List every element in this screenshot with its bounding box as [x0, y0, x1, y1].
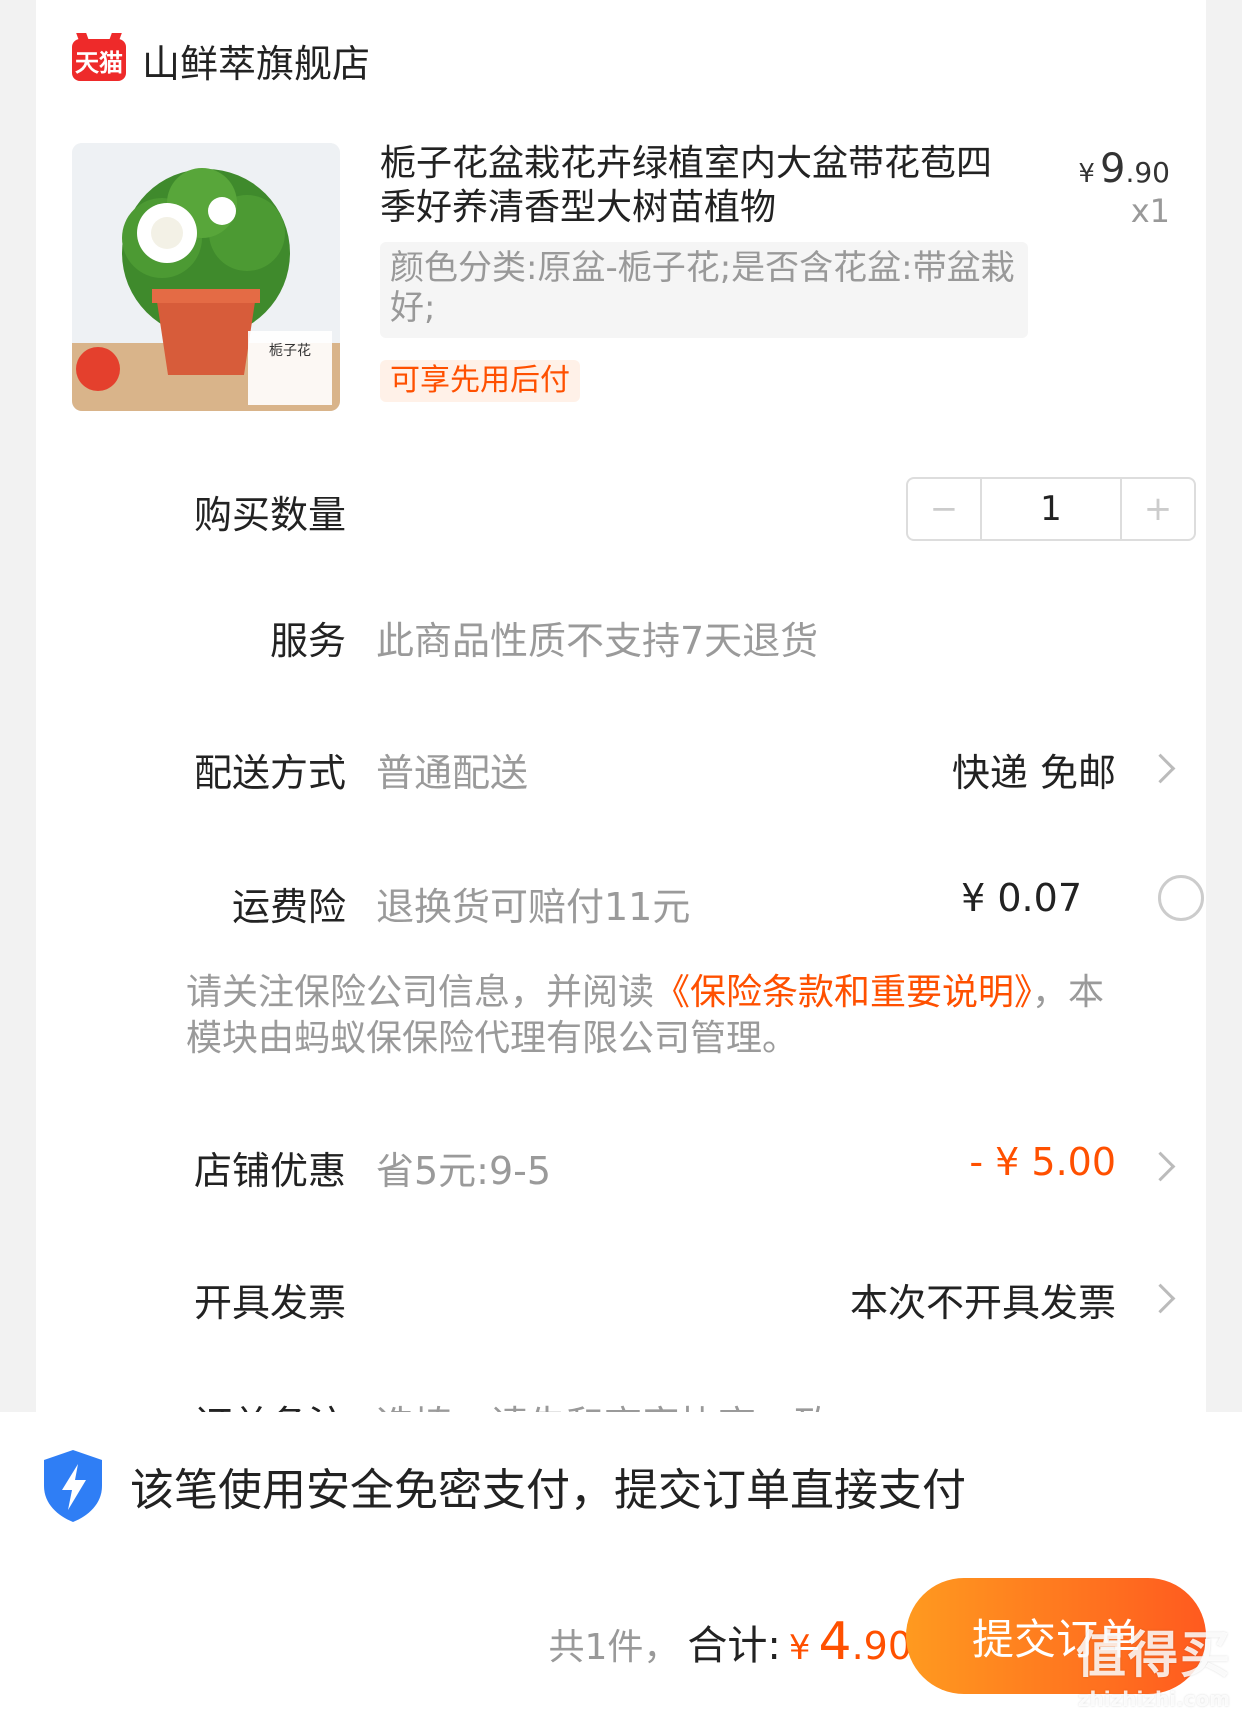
secure-pay-notice: 该笔使用安全免密支付，提交订单直接支付 [40, 1448, 966, 1524]
delivery-label: 配送方式 [193, 751, 346, 795]
invoice-value[interactable]: 本次不开具发票 [850, 1272, 1116, 1327]
total-integer: 4 [818, 1612, 852, 1672]
service-label: 服务 [269, 619, 346, 663]
price-currency: ¥ [1078, 159, 1095, 189]
discount-value: 省5元:9-5 [376, 1149, 552, 1193]
shield-lightning-icon [44, 1450, 102, 1522]
invoice-chevron-right-icon[interactable] [1145, 1283, 1176, 1314]
total-decimal: .90 [851, 1624, 912, 1668]
order-total: 共1件， 合计: ¥ 4.90 [548, 1612, 912, 1672]
price-integer: 9 [1100, 146, 1126, 192]
price-decimal: .90 [1125, 156, 1170, 189]
insurance-label: 运费险 [231, 885, 346, 929]
discount-label: 店铺优惠 [193, 1149, 346, 1193]
total-label: 合计: [687, 1623, 781, 1669]
tmall-logo: 天猫 [72, 39, 126, 81]
product-image[interactable]: 栀子花 [72, 143, 340, 411]
item-count: 共1件， [548, 1627, 680, 1668]
checkout-bar: 该笔使用安全免密支付，提交订单直接支付 共1件， 合计: ¥ 4.90 提交订单… [0, 1412, 1242, 1719]
total-currency: ¥ [788, 1628, 811, 1668]
notice-text-before: 请关注保险公司信息，并阅读 [186, 972, 655, 1013]
insurance-terms-link[interactable]: 《保险条款和重要说明》 [654, 972, 1032, 1013]
service-value: 此商品性质不支持7天退货 [376, 619, 819, 663]
order-card: 天猫 山鲜萃旗舰店 栀子花 栀子花盆栽花卉绿植室内大盆带花苞四季好养清香型大树苗… [36, 0, 1206, 1440]
quantity-stepper: − 1 + [906, 477, 1196, 541]
product-title[interactable]: 栀子花盆栽花卉绿植室内大盆带花苞四季好养清香型大树苗植物 [380, 142, 1020, 230]
watermark: 值得买 zhizhizhi.com [1076, 1615, 1232, 1711]
watermark-url: zhizhizhi.com [1077, 1687, 1231, 1711]
quantity-plus-button[interactable]: + [1122, 479, 1194, 539]
watermark-logo: 值得买 [1076, 1626, 1232, 1684]
gardenia-plant-icon: 栀子花 [72, 143, 340, 411]
sku-box[interactable]: 颜色分类:原盆-栀子花;是否含花盆:带盆栽好; [380, 242, 1028, 338]
image-label: 栀子花 [269, 343, 311, 359]
quantity-badge: x1 [1130, 192, 1170, 230]
delivery-value: 普通配送 [376, 751, 529, 795]
insurance-notice: 请关注保险公司信息，并阅读《保险条款和重要说明》，本模块由蚂蚁保保险代理有限公司… [186, 970, 1116, 1062]
discount-amount[interactable]: - ¥ 5.00 [969, 1140, 1116, 1184]
tmall-logo-text: 天猫 [75, 48, 123, 77]
secure-pay-text: 该笔使用安全免密支付，提交订单直接支付 [130, 1465, 966, 1516]
shop-header[interactable]: 天猫 山鲜萃旗舰店 [72, 36, 370, 86]
quantity-minus-button[interactable]: − [908, 479, 980, 539]
invoice-label: 开具发票 [193, 1281, 346, 1325]
delivery-option[interactable]: 快递 免邮 [952, 742, 1116, 797]
delivery-chevron-right-icon[interactable] [1145, 753, 1176, 784]
insurance-price: ¥ 0.07 [961, 876, 1082, 920]
product-price: ¥ 9.90 [1078, 146, 1170, 192]
pay-later-tag: 可享先用后付 [380, 360, 580, 402]
quantity-value[interactable]: 1 [980, 479, 1122, 539]
quantity-label: 购买数量 [193, 493, 346, 537]
discount-chevron-right-icon[interactable] [1145, 1151, 1176, 1182]
shop-name[interactable]: 山鲜萃旗舰店 [142, 33, 370, 88]
insurance-value: 退换货可赔付11元 [376, 885, 691, 929]
insurance-radio[interactable] [1158, 875, 1204, 921]
